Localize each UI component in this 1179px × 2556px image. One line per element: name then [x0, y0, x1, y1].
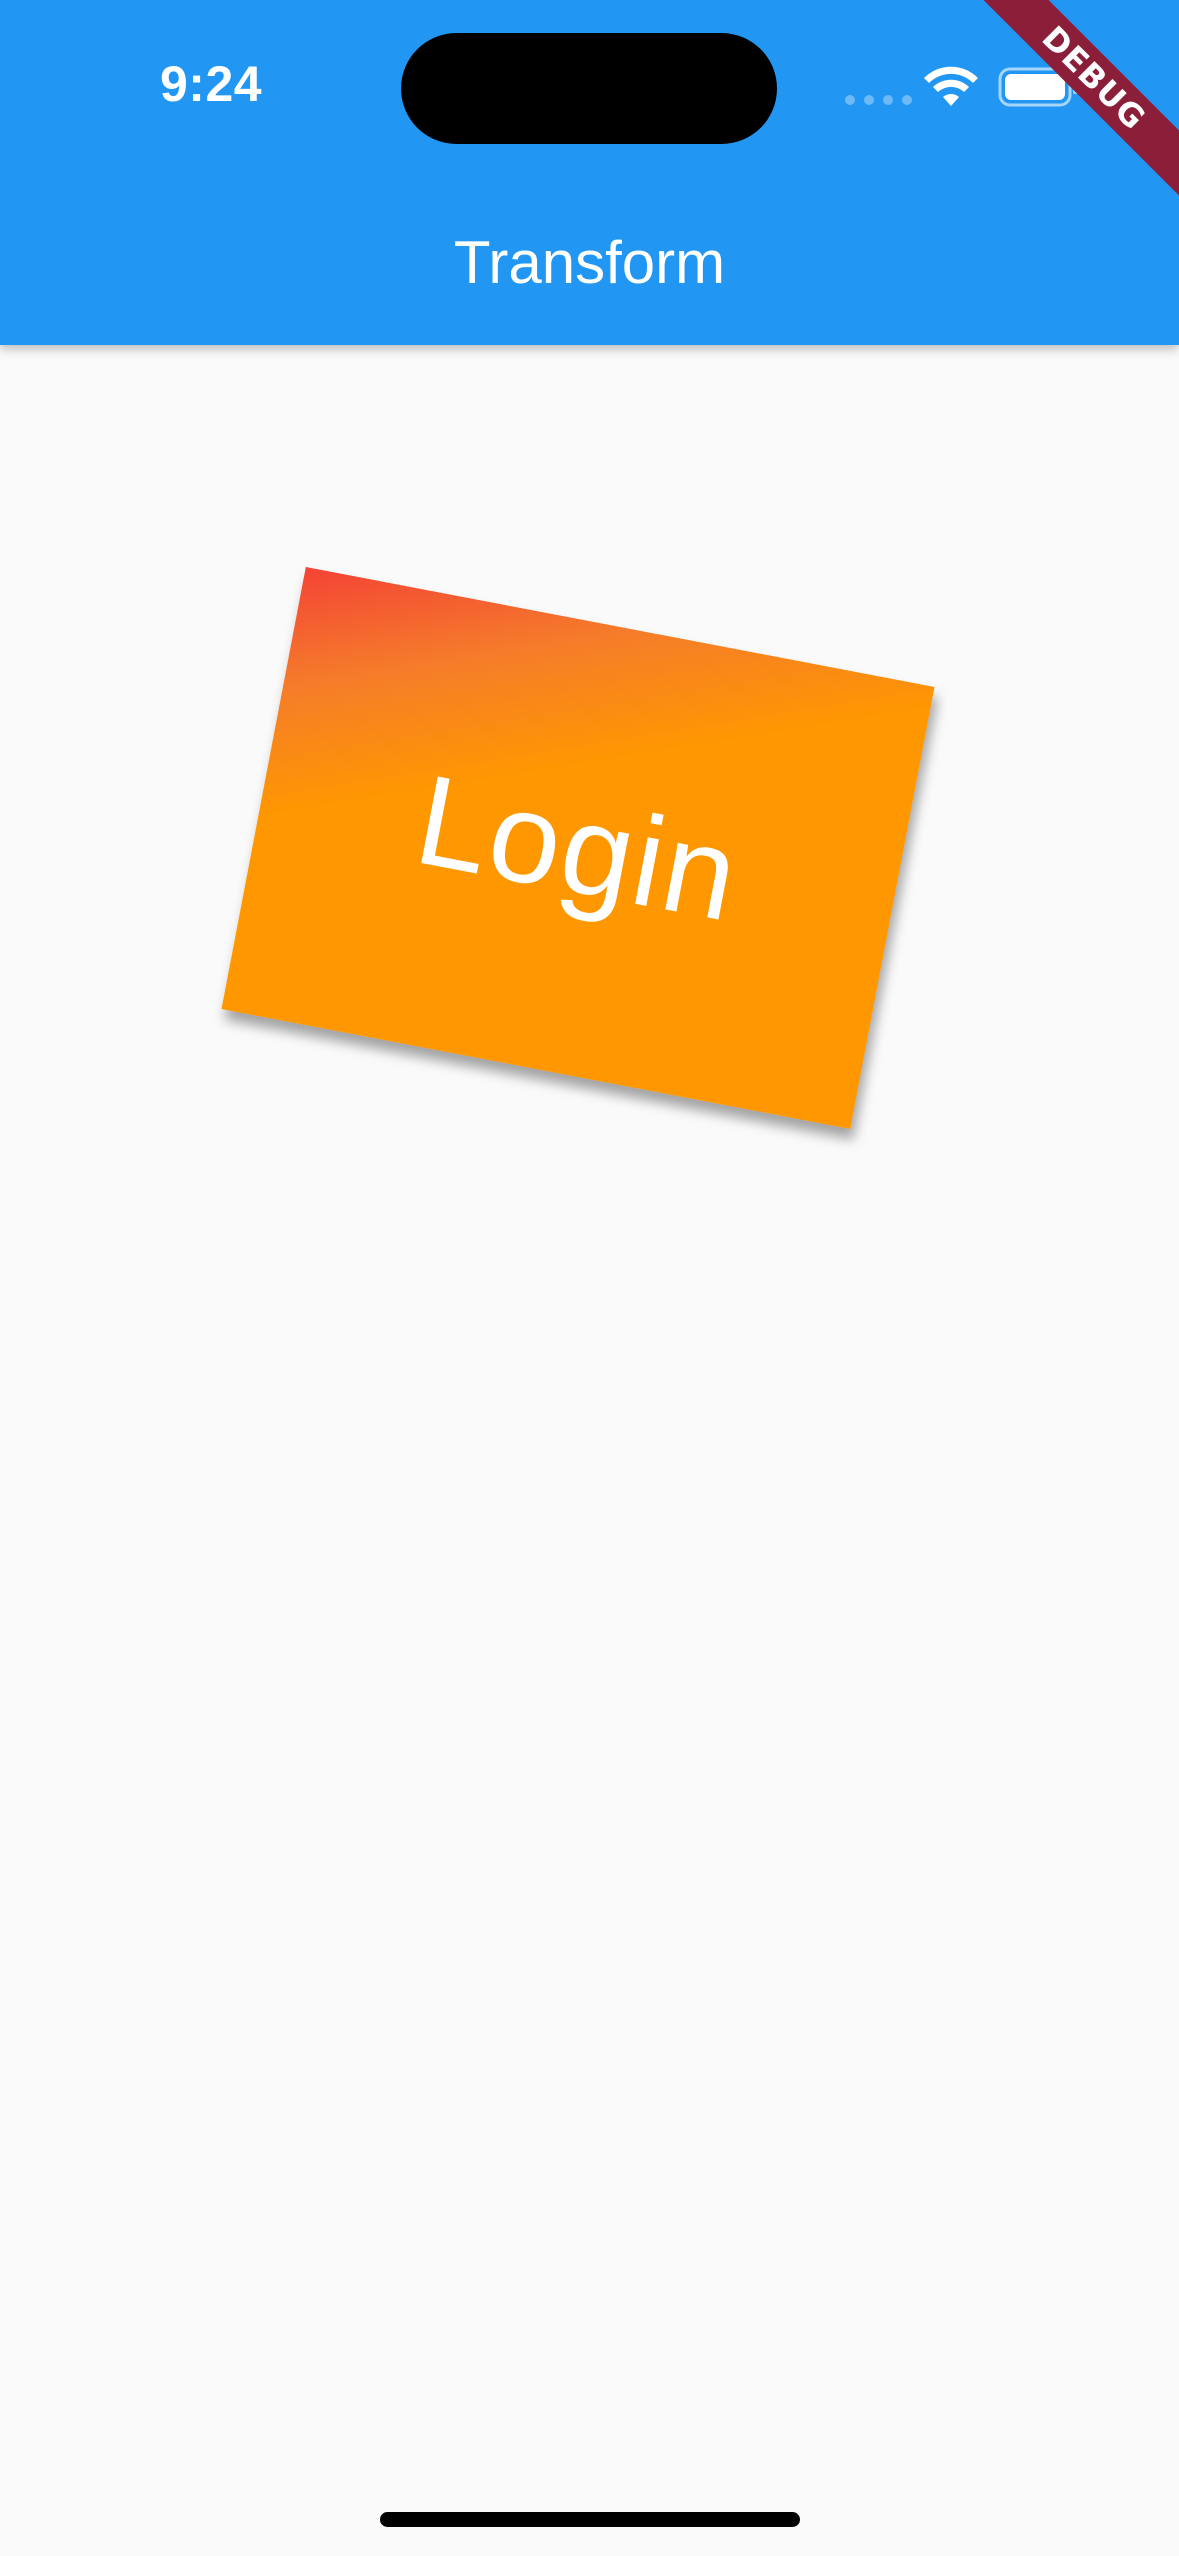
- status-time: 9:24: [160, 56, 263, 112]
- app-bar: 9:24 Transform: [0, 0, 1179, 345]
- page-title: Transform: [453, 229, 726, 296]
- wifi-icon: [924, 66, 978, 106]
- cellular-signal-icon: [845, 95, 912, 105]
- app-screen: 9:24 Transform DEBUG Login: [0, 0, 1179, 2556]
- home-indicator[interactable]: [380, 2512, 800, 2527]
- login-label: Login: [405, 747, 751, 949]
- login-button[interactable]: Login: [221, 567, 935, 1129]
- dynamic-island: [401, 33, 777, 144]
